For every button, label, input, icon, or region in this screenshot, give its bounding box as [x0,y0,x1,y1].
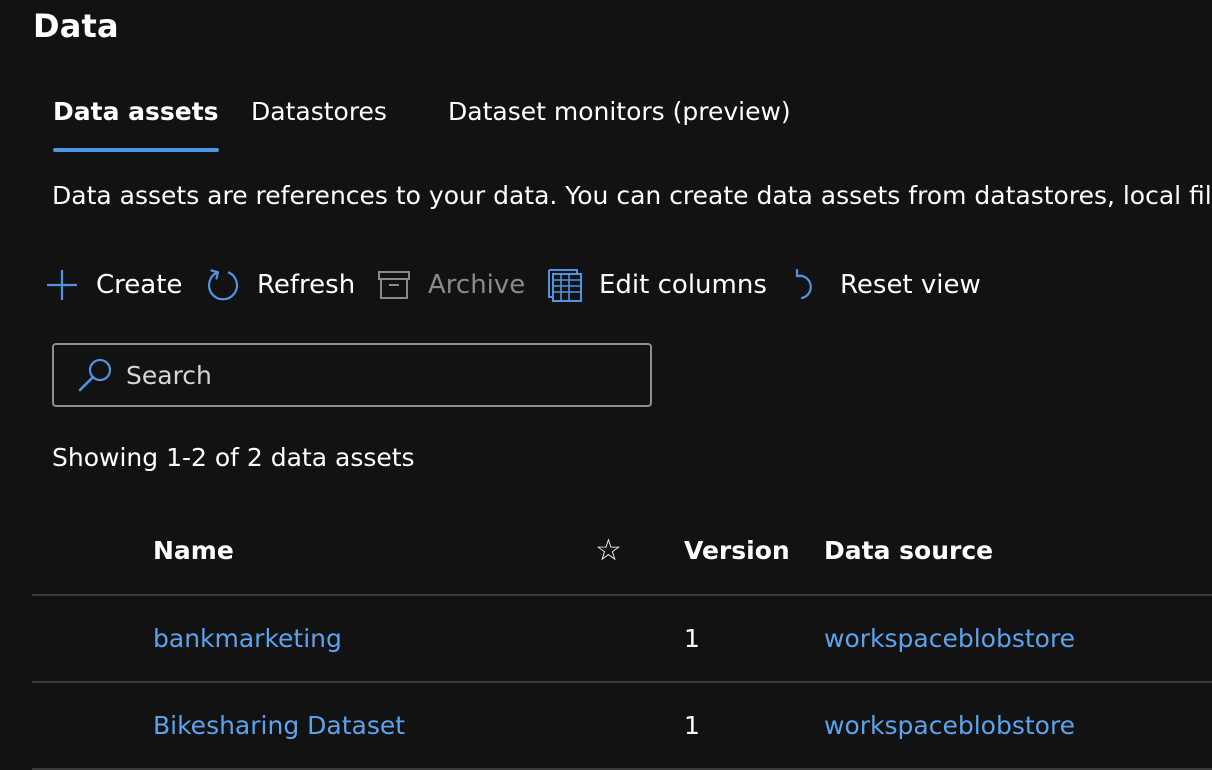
reset-view-button[interactable]: Reset view [788,262,981,308]
reset-view-label: Reset view [840,270,981,300]
edit-columns-label: Edit columns [599,270,767,300]
edit-columns-button[interactable]: Edit columns [547,262,767,308]
create-button[interactable]: Create [44,262,182,308]
results-count: Showing 1-2 of 2 data assets [52,443,415,472]
column-header-version[interactable]: Version [684,520,790,594]
archive-button[interactable]: Archive [376,262,525,308]
asset-version: 1 [684,624,700,653]
page-description: Data assets are references to your data.… [52,181,1212,210]
refresh-button[interactable]: Refresh [205,262,355,308]
asset-name-link[interactable]: bankmarketing [153,596,342,681]
column-header-data-source[interactable]: Data source [824,520,993,594]
data-page: Data Data assets Datastores Dataset moni… [0,0,1212,770]
archive-icon [376,267,412,303]
table-columns-icon [547,267,583,303]
tab-data-assets[interactable]: Data assets [53,90,219,152]
plus-icon [44,267,80,303]
data-source-link[interactable]: workspaceblobstore [824,683,1075,768]
column-header-name[interactable]: Name [153,520,234,594]
search-input[interactable] [126,347,650,403]
command-bar: Create Refresh Archive Edit columns Rese… [44,262,1204,308]
asset-version: 1 [684,711,700,740]
star-icon[interactable]: ☆ [595,520,622,594]
table-header: Name ☆ Version Data source [32,520,1212,596]
tab-dataset-monitors[interactable]: Dataset monitors (preview) [448,90,791,152]
tab-datastores[interactable]: Datastores [251,90,387,152]
refresh-label: Refresh [257,270,356,300]
search-icon [76,356,114,394]
page-title: Data [33,7,119,45]
undo-icon [788,267,824,303]
archive-label: Archive [428,270,526,300]
table-row: Bikesharing Dataset 1 workspaceblobstore [32,683,1212,770]
refresh-icon [205,267,241,303]
create-label: Create [96,270,183,300]
asset-name-link[interactable]: Bikesharing Dataset [153,683,405,768]
search-box[interactable] [52,343,652,407]
table-row: bankmarketing 1 workspaceblobstore [32,596,1212,683]
data-assets-table: Name ☆ Version Data source bankmarketing… [32,520,1212,770]
data-source-link[interactable]: workspaceblobstore [824,596,1075,681]
